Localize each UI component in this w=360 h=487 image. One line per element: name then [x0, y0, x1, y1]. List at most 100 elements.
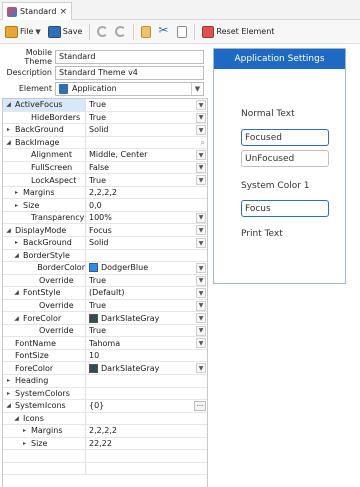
chevron-down-icon[interactable]: ▼	[196, 263, 206, 274]
property-row[interactable]: LockAspect True ▼	[3, 174, 207, 187]
ellipsis-button[interactable]: ···	[194, 401, 206, 412]
chevron-down-icon[interactable]: ▼	[196, 212, 206, 223]
property-row[interactable]: ▸ Margins 2,2,2,2	[3, 186, 207, 200]
property-row[interactable]: BorderColor DodgerBlue ▼	[3, 262, 207, 275]
expand-icon[interactable]: ▸	[21, 440, 28, 447]
property-value[interactable]: True ▼	[86, 300, 207, 312]
collapse-icon[interactable]: ◢	[5, 139, 12, 146]
property-row[interactable]: FontName Tahoma ▼	[3, 337, 207, 350]
search-icon[interactable]: ⌕	[201, 138, 205, 148]
property-row[interactable]: ▸ Heading	[3, 375, 207, 388]
expand-icon[interactable]: ▸	[5, 390, 12, 397]
chevron-down-icon[interactable]: ▼	[196, 325, 206, 336]
chevron-down-icon[interactable]: ▼	[196, 288, 206, 299]
property-value[interactable]	[86, 463, 207, 475]
undo-button[interactable]	[113, 23, 128, 41]
property-row[interactable]: ◢ FontStyle (Default) ▼	[3, 287, 207, 300]
property-value[interactable]	[86, 250, 207, 262]
expand-icon[interactable]: ▸	[21, 427, 28, 434]
unfocused-sample[interactable]: UnFocused	[241, 150, 329, 167]
property-value[interactable]: ⌕	[86, 137, 207, 149]
close-icon[interactable]: ×	[59, 7, 67, 17]
mobile-theme-input[interactable]: Standard	[55, 49, 204, 64]
property-value[interactable]: 0,0	[86, 199, 207, 211]
property-row[interactable]: Override True ▼	[3, 299, 207, 313]
property-row[interactable]: ◢ ForeColor DarkSlateGray ▼	[3, 312, 207, 325]
property-row[interactable]: ◢ Icons	[3, 412, 207, 426]
property-value[interactable]: DarkSlateGray ▼	[86, 312, 207, 324]
property-row[interactable]: Override True ▼	[3, 324, 207, 338]
collapse-icon[interactable]: ◢	[5, 227, 12, 234]
copy-button[interactable]	[139, 23, 153, 41]
expand-icon[interactable]: ▸	[5, 126, 12, 133]
save-button[interactable]: Save	[46, 23, 85, 41]
property-row[interactable]: FontSize 10	[3, 349, 207, 363]
property-row[interactable]: ForeColor DarkSlateGray ▼	[3, 362, 207, 376]
property-row[interactable]: ◢ SystemIcons {0} ···	[3, 400, 207, 413]
collapse-icon[interactable]: ◢	[5, 402, 12, 409]
property-value[interactable]: 2,2,2,2	[86, 425, 207, 437]
expand-icon[interactable]: ▸	[5, 377, 12, 384]
property-value[interactable]	[86, 450, 207, 462]
chevron-down-icon[interactable]: ▼	[196, 162, 206, 173]
tab-standard[interactable]: Standard ×	[2, 2, 72, 20]
expand-icon[interactable]: ▸	[13, 189, 20, 196]
reset-element-button[interactable]: Reset Element	[200, 23, 276, 41]
property-row[interactable]: ▸ SystemColors	[3, 387, 207, 401]
property-value[interactable]: Middle, Center ▼	[86, 149, 207, 161]
property-row[interactable]: ◢ ActiveFocus True ▼	[3, 99, 207, 112]
property-value[interactable]: 22,22	[86, 438, 207, 450]
focus-sample[interactable]: Focus	[241, 200, 329, 217]
property-row[interactable]: ▸ Margins 2,2,2,2	[3, 425, 207, 438]
paste-button[interactable]	[175, 23, 189, 41]
property-value[interactable]: True ▼	[86, 275, 207, 287]
property-value[interactable]: True ▼	[86, 99, 207, 111]
chevron-down-icon[interactable]: ▼	[196, 275, 206, 286]
chevron-down-icon[interactable]: ▼	[196, 313, 206, 324]
collapse-icon[interactable]: ◢	[13, 289, 20, 296]
property-row[interactable]: ▸ Size 22,22	[3, 437, 207, 451]
chevron-down-icon[interactable]: ▼	[196, 150, 206, 161]
chevron-down-icon[interactable]: ▼	[196, 225, 206, 236]
property-value[interactable]: Tahoma ▼	[86, 337, 207, 349]
chevron-down-icon[interactable]: ▼	[196, 125, 206, 136]
description-input[interactable]: Standard Theme v4	[55, 65, 204, 80]
property-value[interactable]	[86, 413, 207, 425]
property-row[interactable]: ▸ BackGround Solid ▼	[3, 124, 207, 137]
property-value[interactable]: (Default) ▼	[86, 287, 207, 299]
chevron-down-icon[interactable]: ▼	[196, 300, 206, 311]
property-value[interactable]	[86, 388, 207, 400]
property-row[interactable]	[3, 462, 207, 476]
property-row[interactable]: FullScreen False ▼	[3, 161, 207, 175]
collapse-icon[interactable]: ◢	[13, 315, 20, 322]
collapse-icon[interactable]: ◢	[5, 101, 12, 108]
expand-icon[interactable]: ▸	[13, 202, 20, 209]
property-value[interactable]: DodgerBlue ▼	[86, 262, 207, 274]
property-row[interactable]: Override True ▼	[3, 274, 207, 288]
property-value[interactable]: 100% ▼	[86, 212, 207, 224]
element-select[interactable]: Application ▼	[55, 81, 204, 96]
property-row[interactable]: ◢ BorderStyle	[3, 249, 207, 263]
property-value[interactable]: Focus ▼	[86, 224, 207, 236]
focused-sample[interactable]: Focused	[241, 129, 329, 146]
collapse-icon[interactable]: ◢	[13, 415, 20, 422]
property-row[interactable]: ▸ BackGround Solid ▼	[3, 237, 207, 250]
property-row[interactable]: HideBorders True ▼	[3, 111, 207, 125]
property-row[interactable]: Alignment Middle, Center ▼	[3, 149, 207, 162]
chevron-down-icon[interactable]: ▼	[196, 363, 206, 374]
property-value[interactable]: False ▼	[86, 162, 207, 174]
property-value[interactable]: True ▼	[86, 174, 207, 186]
collapse-icon[interactable]: ◢	[13, 252, 20, 259]
property-value[interactable]: True ▼	[86, 112, 207, 124]
chevron-down-icon[interactable]: ▼	[196, 175, 206, 186]
property-value[interactable]: Solid ▼	[86, 124, 207, 136]
property-value[interactable]: Solid ▼	[86, 237, 207, 249]
property-value[interactable]: 2,2,2,2	[86, 187, 207, 199]
property-value[interactable]: True ▼	[86, 325, 207, 337]
property-row[interactable]: ◢ BackImage ⌕	[3, 136, 207, 150]
redo-button[interactable]	[95, 23, 110, 41]
property-row[interactable]: ▸ Size 0,0	[3, 199, 207, 212]
property-value[interactable]: 10	[86, 350, 207, 362]
chevron-down-icon[interactable]: ▼	[196, 100, 206, 110]
cut-button[interactable]	[156, 23, 172, 41]
